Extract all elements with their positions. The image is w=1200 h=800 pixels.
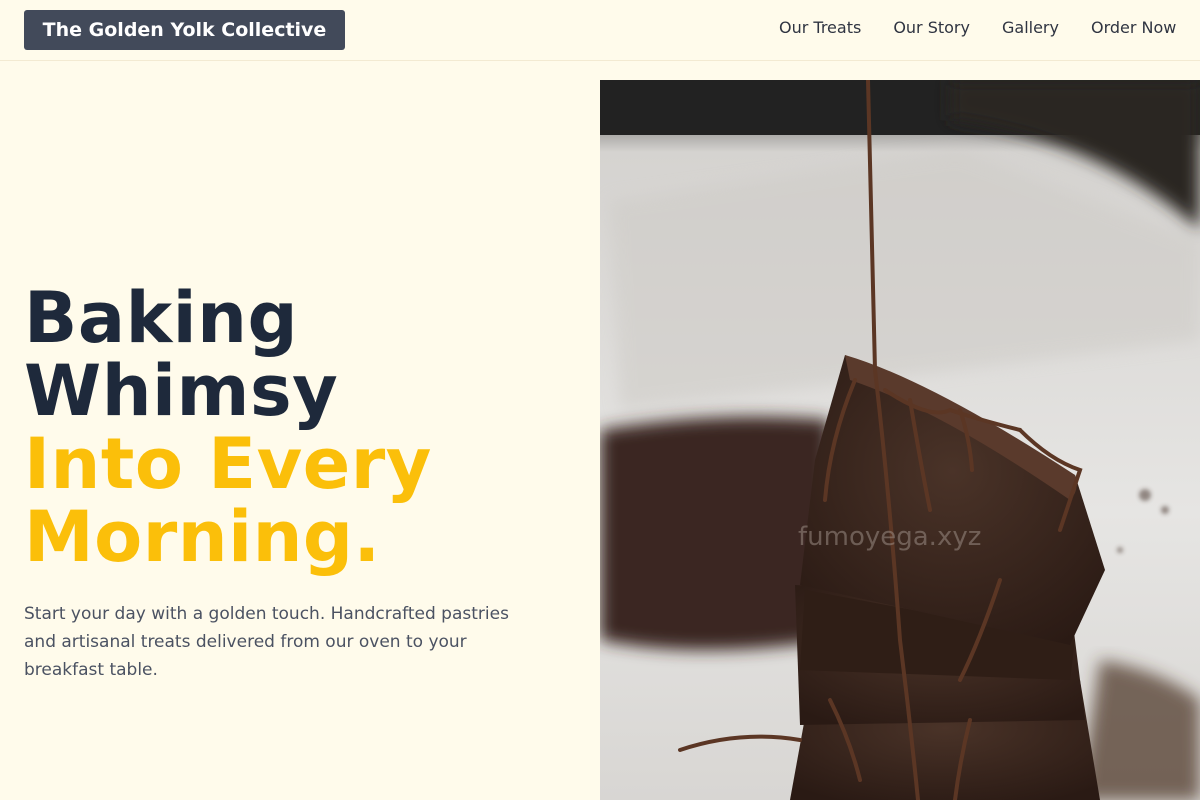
brownie-illustration: fumoyega.xyz: [600, 80, 1200, 800]
nav-order-now[interactable]: Order Now: [1091, 18, 1176, 38]
nav-gallery[interactable]: Gallery: [1002, 18, 1059, 38]
site-header: The Golden Yolk Collective Our Treats Ou…: [0, 0, 1200, 61]
nav-our-story[interactable]: Our Story: [893, 18, 970, 38]
hero-subtext: Start your day with a golden touch. Hand…: [24, 604, 509, 680]
headline-line-1: Baking: [24, 277, 299, 359]
nav-our-treats[interactable]: Our Treats: [779, 18, 861, 38]
hero-brownie-image: fumoyega.xyz: [600, 80, 1200, 800]
brand-logo-button[interactable]: The Golden Yolk Collective: [24, 10, 345, 50]
brand-name: The Golden Yolk Collective: [42, 19, 327, 41]
image-watermark: fumoyega.xyz: [798, 522, 981, 552]
headline-line-3: Into Every: [24, 423, 432, 505]
main-nav: Our Treats Our Story Gallery Order Now: [779, 18, 1176, 38]
hero-text-block: Baking Whimsy Into Every Morning. Start …: [24, 282, 584, 684]
headline-line-4: Morning.: [24, 496, 381, 578]
hero-headline: Baking Whimsy Into Every Morning.: [24, 282, 584, 574]
headline-line-2: Whimsy: [24, 350, 339, 432]
